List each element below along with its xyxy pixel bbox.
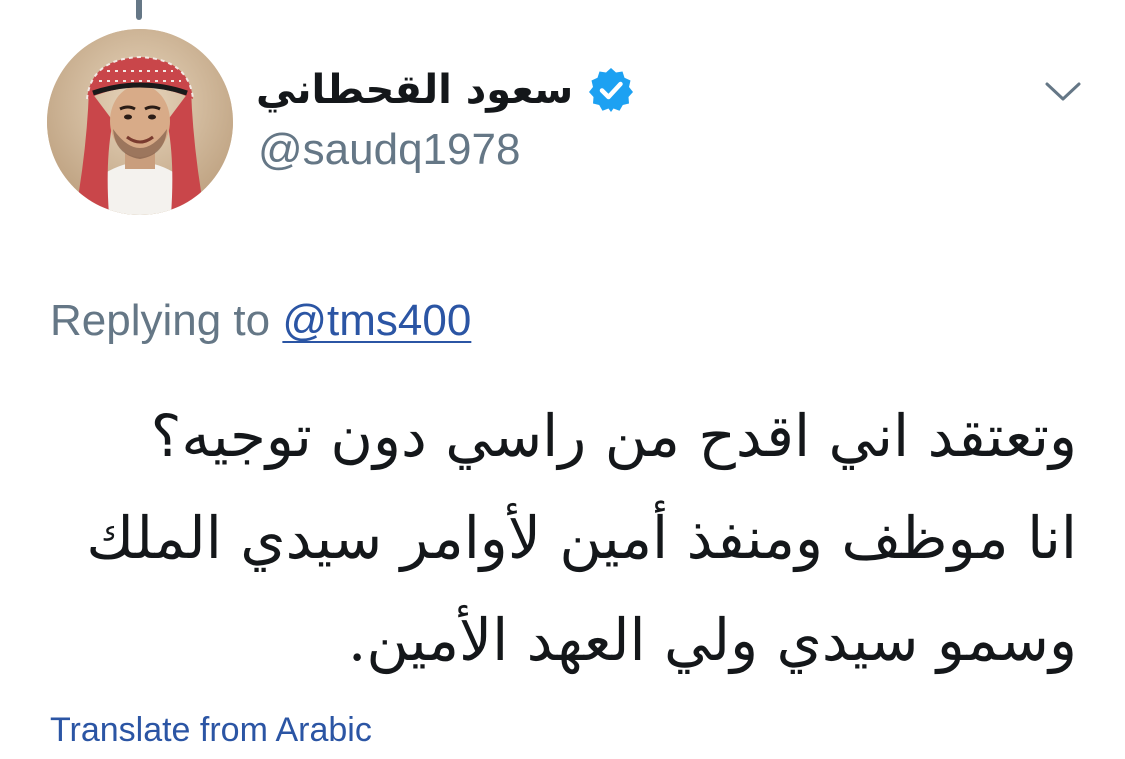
username-handle[interactable]: @saudq1978 — [258, 122, 520, 178]
replying-to: Replying to @tms400 — [50, 290, 471, 352]
tweet-body: وتعتقد اني اقدح من راسي دون توجيه؟ انا م… — [47, 385, 1077, 691]
thread-connector-line — [136, 0, 142, 20]
tweet-text-line: وتعتقد اني اقدح من راسي دون توجيه؟ — [150, 402, 1077, 470]
tweet-menu-button[interactable] — [1040, 72, 1086, 112]
avatar-image — [47, 29, 233, 215]
reply-mention-link[interactable]: @tms400 — [282, 296, 471, 345]
author-name-row: سعود القحطاني — [256, 60, 686, 120]
replying-to-label: Replying to — [50, 296, 271, 345]
translate-link[interactable]: Translate from Arabic — [50, 708, 372, 752]
display-name[interactable]: سعود القحطاني — [256, 60, 573, 120]
avatar[interactable] — [47, 29, 233, 215]
tweet-text-line: انا موظف ومنفذ أمين لأوامر سيدي الملك — [86, 504, 1077, 572]
tweet-text-line: وسمو سيدي ولي العهد الأمين. — [347, 606, 1077, 674]
verified-badge-icon — [589, 68, 634, 112]
chevron-down-icon — [1045, 82, 1081, 101]
